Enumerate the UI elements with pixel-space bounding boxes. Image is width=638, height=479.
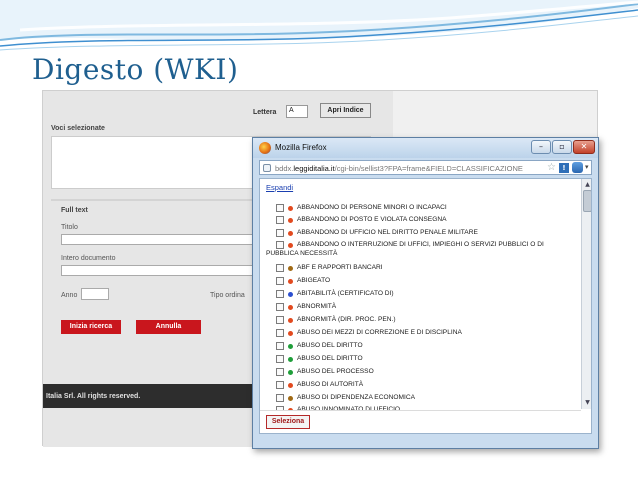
annulla-button[interactable]: Annulla [136, 320, 201, 334]
status-dot-icon [288, 396, 293, 401]
scroll-thumb[interactable] [583, 190, 591, 212]
inizia-ricerca-button[interactable]: Inizia ricerca [61, 320, 121, 334]
lettera-select[interactable]: A [286, 105, 308, 118]
firefox-icon [259, 142, 271, 154]
status-dot-icon [288, 305, 293, 310]
item-label: ABF E RAPPORTI BANCARI [297, 264, 383, 271]
item-checkbox[interactable] [276, 316, 284, 324]
status-dot-icon [288, 206, 293, 211]
apri-indice-button[interactable]: Apri Indice [320, 103, 371, 118]
full-text-label: Full text [61, 207, 88, 214]
status-dot-icon [288, 344, 293, 349]
scroll-down-icon[interactable]: ▼ [583, 398, 591, 407]
header-swoosh-decoration [0, 0, 638, 51]
item-label: ABUSO DEL DIRITTO [297, 342, 363, 349]
item-checkbox[interactable] [276, 303, 284, 311]
close-button[interactable]: ✕ [573, 140, 595, 154]
page-icon [263, 164, 271, 172]
chevron-down-icon[interactable]: ▾ [585, 163, 589, 171]
status-dot-icon [288, 357, 293, 362]
url-prefix: bddx. [275, 164, 294, 173]
firefox-popup-window: Mozilla Firefox – ▫ ✕ bddx.leggiditalia.… [252, 137, 599, 449]
status-dot-icon [288, 218, 293, 223]
url-host: leggiditalia.it [293, 164, 335, 173]
status-dot-icon [288, 383, 293, 388]
intero-documento-label: Intero documento [61, 255, 116, 262]
item-checkbox[interactable] [276, 216, 284, 224]
status-dot-icon [288, 243, 293, 248]
item-checkbox[interactable] [276, 241, 284, 249]
titolo-label: Titolo [61, 224, 78, 231]
vertical-scrollbar[interactable]: ▲ ▼ [581, 179, 591, 409]
item-checkbox[interactable] [276, 204, 284, 212]
titolo-input[interactable] [61, 234, 261, 245]
url-path: /cgi-bin/sellist3?FPA=frame&FIELD=CLASSI… [334, 164, 523, 173]
item-checkbox[interactable] [276, 394, 284, 402]
slide-title: Digesto (WKI) [32, 53, 239, 86]
popup-content: Espandi ▲ ▼ ABBANDONO DI PERSONE MINORI … [259, 178, 592, 434]
item-checkbox[interactable] [276, 381, 284, 389]
footer-copyright: Italia Srl. All rights reserved. [46, 393, 141, 400]
status-dot-icon [288, 370, 293, 375]
item-checkbox[interactable] [276, 277, 284, 285]
item-label: ABUSO DI DIPENDENZA ECONOMICA [297, 394, 415, 401]
lettera-label: Lettera [253, 109, 277, 116]
extension-icon[interactable]: ! [559, 163, 569, 173]
item-label-continuation: PUBBLICA NECESSITÀ [266, 250, 338, 257]
item-checkbox[interactable] [276, 290, 284, 298]
item-label: ABBANDONO O INTERRUZIONE DI UFFICI, IMPI… [297, 241, 544, 248]
item-label: ABBANDONO DI UFFICIO NEL DIRITTO PENALE … [297, 229, 478, 236]
item-label: ABNORMITÀ (DIR. PROC. PEN.) [297, 316, 396, 323]
item-label: ABITABILITÀ (CERTIFICATO DI) [297, 290, 394, 297]
item-label: ABNORMITÀ [297, 303, 337, 310]
espandi-link[interactable]: Espandi [266, 183, 293, 192]
item-label: ABBANDONO DI PERSONE MINORI O INCAPACI [297, 204, 447, 211]
item-label: ABIGEATO [297, 277, 331, 284]
status-dot-icon [288, 331, 293, 336]
status-dot-icon [288, 292, 293, 297]
item-checkbox[interactable] [276, 264, 284, 272]
item-label: ABUSO DEI MEZZI DI CORREZIONE E DI DISCI… [297, 329, 462, 336]
address-bar[interactable]: bddx.leggiditalia.it/cgi-bin/sellist3?FP… [259, 160, 592, 175]
status-dot-icon [288, 318, 293, 323]
bookmark-star-icon[interactable]: ☆ [547, 162, 556, 173]
item-checkbox[interactable] [276, 368, 284, 376]
maximize-button[interactable]: ▫ [552, 140, 572, 154]
item-checkbox[interactable] [276, 329, 284, 337]
item-label: ABBANDONO DI POSTO E VIOLATA CONSEGNA [297, 216, 447, 223]
popup-titlebar[interactable]: Mozilla Firefox – ▫ ✕ [253, 138, 598, 158]
intero-documento-input[interactable] [61, 265, 261, 276]
status-dot-icon [288, 279, 293, 284]
item-checkbox[interactable] [276, 342, 284, 350]
tipo-ordinamento-label: Tipo ordina [210, 292, 245, 299]
item-label: ABUSO DEL PROCESSO [297, 368, 374, 375]
status-dot-icon [288, 266, 293, 271]
seleziona-button[interactable]: Seleziona [266, 415, 310, 429]
popup-window-title: Mozilla Firefox [275, 143, 327, 152]
anno-input[interactable] [81, 288, 109, 300]
url-text[interactable]: bddx.leggiditalia.it/cgi-bin/sellist3?FP… [275, 164, 547, 173]
item-label: ABUSO DEL DIRITTO [297, 355, 363, 362]
scroll-up-icon[interactable]: ▲ [583, 180, 591, 189]
item-checkbox[interactable] [276, 229, 284, 237]
item-checkbox[interactable] [276, 355, 284, 363]
minimize-button[interactable]: – [531, 140, 551, 154]
status-dot-icon [288, 231, 293, 236]
anno-label: Anno [61, 292, 78, 299]
item-label: ABUSO DI AUTORITÀ [297, 381, 364, 388]
voci-selezionate-label: Voci selezionate [51, 125, 105, 132]
go-icon[interactable] [572, 162, 583, 173]
